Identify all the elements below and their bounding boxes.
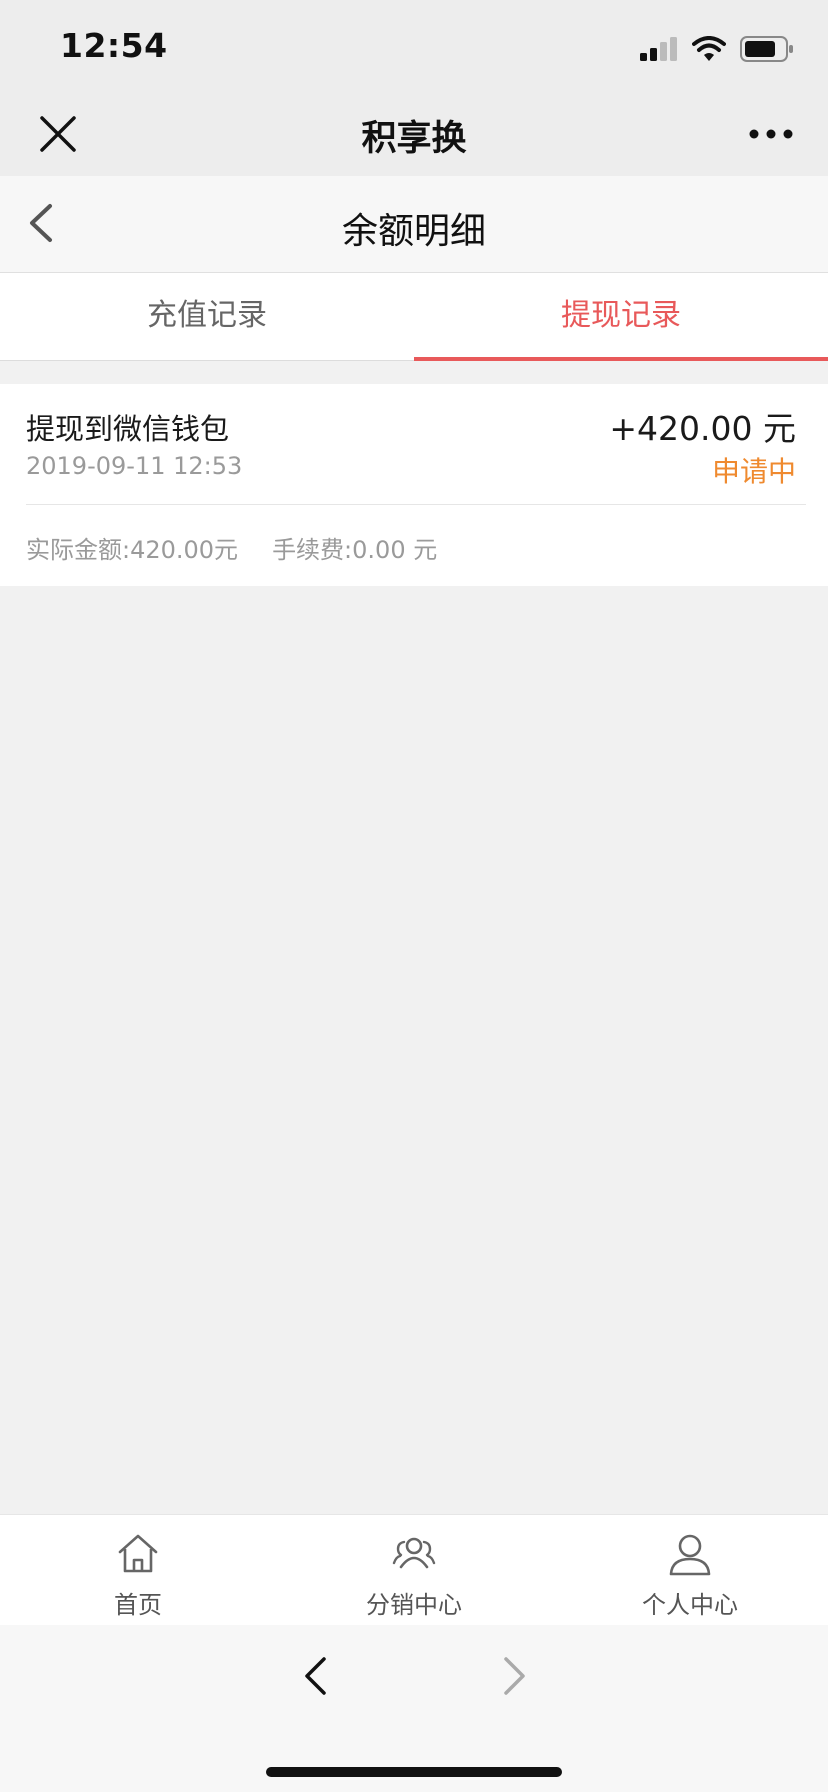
record-title: 提现到微信钱包 (26, 412, 230, 446)
browser-back-button[interactable] (296, 1651, 336, 1701)
nav-item-home[interactable]: 首页 (0, 1515, 276, 1625)
list-item[interactable]: 提现到微信钱包 2019-09-11 12:53 +420.00 元 申请中 实… (0, 384, 828, 586)
browser-forward-icon (504, 1657, 525, 1695)
wifi-icon (692, 36, 726, 61)
home-indicator (266, 1767, 562, 1777)
active-tab-indicator (414, 357, 828, 361)
signal-icon (640, 37, 677, 61)
nav-label-profile: 个人中心 (642, 1591, 738, 1619)
users-icon (392, 1537, 436, 1569)
tab-withdraw-records[interactable]: 提现记录 (414, 273, 828, 360)
actual-amount: 实际金额:420.00元 (26, 536, 239, 564)
status-badge: 申请中 (711, 455, 796, 488)
status-icons (640, 34, 794, 64)
battery-icon (740, 36, 793, 62)
app-bar: 积享换 (0, 96, 828, 176)
nav-label-home: 首页 (114, 1591, 162, 1619)
tab-recharge-records[interactable]: 充值记录 (0, 273, 414, 360)
divider (26, 504, 806, 505)
status-bar: 12:54 (0, 0, 828, 96)
record-amount: +420.00 元 (609, 409, 796, 448)
fee: 手续费:0.00 元 (272, 536, 438, 564)
nav-item-profile[interactable]: 个人中心 (552, 1515, 828, 1625)
user-icon (669, 1534, 711, 1576)
nav-item-distribution[interactable]: 分销中心 (276, 1515, 552, 1625)
record-tabs: 充值记录 提现记录 (0, 273, 828, 361)
record-detail: 实际金额:420.00元 手续费:0.00 元 (26, 530, 437, 565)
home-icon (118, 1534, 158, 1573)
browser-nav-bar (0, 1625, 828, 1792)
page-header: 余额明细 (0, 176, 828, 273)
browser-back-icon (305, 1657, 326, 1695)
page-title: 余额明细 (341, 211, 486, 252)
nav-label-distribution: 分销中心 (366, 1591, 462, 1619)
record-time: 2019-09-11 12:53 (26, 452, 243, 480)
browser-forward-button[interactable] (494, 1651, 534, 1701)
app-title: 积享换 (361, 119, 467, 159)
status-time: 12:54 (60, 26, 168, 65)
more-dots-icon (749, 129, 793, 139)
bottom-nav: 首页 分销中心 个人中心 (0, 1514, 828, 1626)
more-button[interactable] (748, 114, 794, 154)
